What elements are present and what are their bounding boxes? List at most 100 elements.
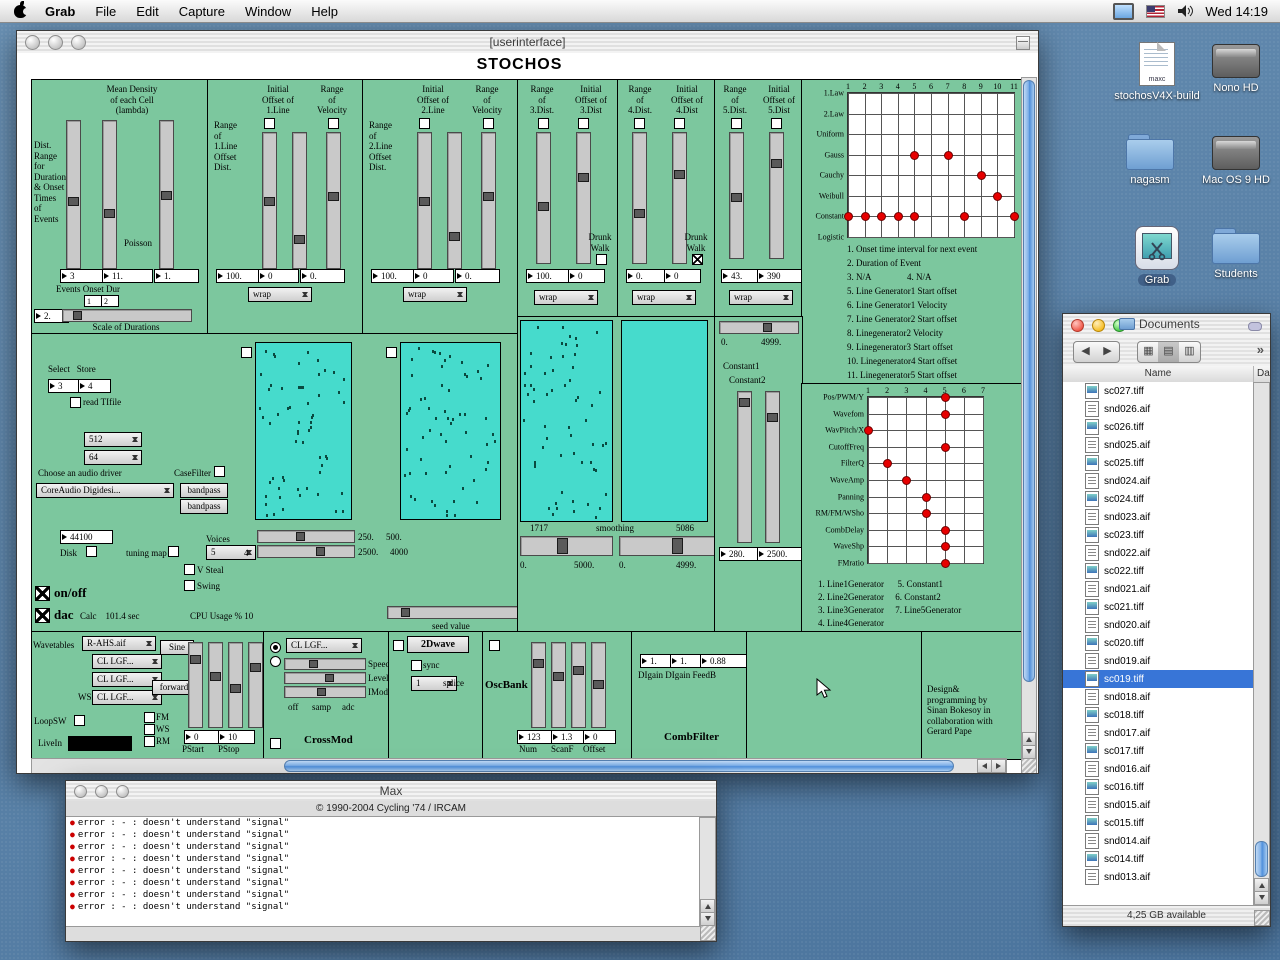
number-box[interactable]: 0 — [664, 269, 701, 283]
matrix-dot[interactable] — [977, 171, 986, 180]
matrix-dot[interactable] — [894, 212, 903, 221]
checkbox[interactable] — [538, 118, 549, 129]
samplerate-box[interactable]: 44100 — [60, 530, 113, 544]
list-item[interactable]: snd013.aif — [1063, 868, 1255, 886]
apple-menu-icon[interactable] — [14, 5, 27, 18]
list-item[interactable]: snd021.aif — [1063, 580, 1255, 598]
list-item[interactable]: snd019.aif — [1063, 652, 1255, 670]
number-box[interactable]: 2 — [101, 295, 119, 307]
vertical-slider[interactable] — [188, 642, 203, 728]
error-row[interactable]: ●error : - : doesn't understand "signal" — [66, 901, 700, 913]
horizontal-slider[interactable] — [719, 321, 799, 334]
list-item[interactable]: snd020.aif — [1063, 616, 1255, 634]
title-bar[interactable]: [userinterface] — [17, 31, 1038, 54]
number-box[interactable]: 0. — [455, 269, 500, 283]
horizontal-slider[interactable] — [257, 530, 355, 543]
checkbox[interactable] — [674, 118, 685, 129]
checkbox[interactable] — [144, 712, 155, 723]
wavetable-menu[interactable]: R-AHS.aif — [82, 636, 156, 651]
list-item[interactable]: snd015.aif — [1063, 796, 1255, 814]
matrix-dot[interactable] — [944, 151, 953, 160]
matrix-dot[interactable] — [877, 212, 886, 221]
list-item[interactable]: sc020.tiff — [1063, 634, 1255, 652]
number-box[interactable]: 3 — [60, 269, 103, 283]
checkbox[interactable] — [184, 580, 195, 591]
vertical-slider[interactable] — [536, 132, 551, 264]
matrix-dot[interactable] — [864, 426, 873, 435]
matrix-dot[interactable] — [941, 443, 950, 452]
number-box[interactable]: 100. — [371, 269, 418, 283]
checkbox[interactable] — [596, 254, 607, 265]
keyboard-layout-icon[interactable] — [1146, 5, 1165, 18]
list-item[interactable]: snd022.aif — [1063, 544, 1255, 562]
menu-window[interactable]: Window — [235, 4, 301, 19]
number-box[interactable]: 0 — [184, 730, 219, 744]
name-column-header[interactable]: Name — [1063, 366, 1253, 382]
checkbox[interactable] — [168, 546, 179, 557]
list-item[interactable]: snd024.aif — [1063, 472, 1255, 490]
desktop-icon-students[interactable]: Students — [1188, 228, 1280, 282]
error-row[interactable]: ●error : - : doesn't understand "signal" — [66, 841, 700, 853]
checkbox[interactable] — [328, 118, 339, 129]
checkbox[interactable] — [74, 715, 85, 726]
routing-dot-grid[interactable]: 1234567Pos/PWM/YWavefomWavPitch/XCutoffF… — [867, 396, 984, 564]
menu-capture[interactable]: Capture — [169, 4, 235, 19]
radio-button[interactable] — [270, 656, 281, 667]
list-item[interactable]: sc024.tiff — [1063, 490, 1255, 508]
vertical-slider[interactable] — [66, 120, 81, 269]
checkbox[interactable] — [578, 118, 589, 129]
vertical-slider[interactable] — [228, 642, 243, 728]
list-item[interactable]: snd014.aif — [1063, 832, 1255, 850]
wrap-menu[interactable]: wrap — [534, 290, 598, 305]
number-box[interactable]: 0. — [626, 269, 669, 283]
error-row[interactable]: ●error : - : doesn't understand "signal" — [66, 829, 700, 841]
error-row[interactable]: ●error : - : doesn't understand "signal" — [66, 817, 700, 829]
error-row[interactable]: ●error : - : doesn't understand "signal" — [66, 877, 700, 889]
number-box[interactable]: 100. — [216, 269, 263, 283]
matrix-dot[interactable] — [861, 212, 870, 221]
list-item[interactable]: sc027.tiff — [1063, 382, 1255, 400]
menu-grab[interactable]: Grab — [35, 4, 85, 19]
menu-edit[interactable]: Edit — [126, 4, 168, 19]
vertical-slider[interactable] — [591, 642, 606, 728]
list-item[interactable]: sc015.tiff — [1063, 814, 1255, 832]
vertical-slider[interactable] — [729, 132, 744, 259]
error-row[interactable]: ●error : - : doesn't understand "signal" — [66, 889, 700, 901]
list-item[interactable]: snd026.aif — [1063, 400, 1255, 418]
column-divider[interactable] — [1253, 366, 1254, 382]
error-list[interactable]: ●error : - : doesn't understand "signal"… — [66, 817, 701, 927]
icon-view-button[interactable]: ▦ — [1137, 341, 1160, 363]
date-column-header[interactable]: Da — [1257, 366, 1270, 382]
number-box[interactable]: 1 — [84, 295, 102, 307]
seed-slider[interactable] — [387, 606, 521, 619]
matrix-dot[interactable] — [902, 476, 911, 485]
wavetable-menu[interactable]: CL LGF... — [92, 654, 162, 669]
wrap-menu[interactable]: wrap — [632, 290, 696, 305]
distribution-dot-grid[interactable]: 12345678910111.Law2.LawUniformGaussCauch… — [847, 92, 1015, 238]
list-item[interactable]: sc019.tiff — [1063, 670, 1255, 688]
list-item[interactable]: sc021.tiff — [1063, 598, 1255, 616]
matrix-dot[interactable] — [910, 151, 919, 160]
vertical-slider[interactable] — [769, 132, 784, 259]
resize-grip[interactable] — [700, 925, 716, 941]
number-box[interactable]: 4 — [78, 379, 111, 393]
vertical-slider[interactable] — [248, 642, 263, 728]
list-item[interactable]: sc025.tiff — [1063, 454, 1255, 472]
list-item[interactable]: snd025.aif — [1063, 436, 1255, 454]
number-box[interactable]: 10 — [218, 730, 255, 744]
matrix-dot[interactable] — [922, 493, 931, 502]
matrix-dot[interactable] — [941, 393, 950, 402]
audio-driver-menu[interactable]: CoreAudio Digidesi... — [36, 483, 174, 498]
matrix-dot[interactable] — [993, 192, 1002, 201]
checkbox[interactable] — [86, 546, 97, 557]
checkbox[interactable] — [419, 118, 430, 129]
scrollbar-thumb[interactable] — [1255, 841, 1268, 877]
minimize-button[interactable] — [1092, 319, 1105, 332]
checkbox[interactable] — [771, 118, 782, 129]
buffer-menu[interactable]: 64 — [84, 450, 142, 465]
checkbox[interactable] — [489, 640, 500, 651]
vertical-slider[interactable] — [447, 132, 462, 269]
number-box[interactable]: 100. — [526, 269, 573, 283]
number-box[interactable]: 0 — [258, 269, 299, 283]
range-slider[interactable] — [520, 536, 613, 556]
